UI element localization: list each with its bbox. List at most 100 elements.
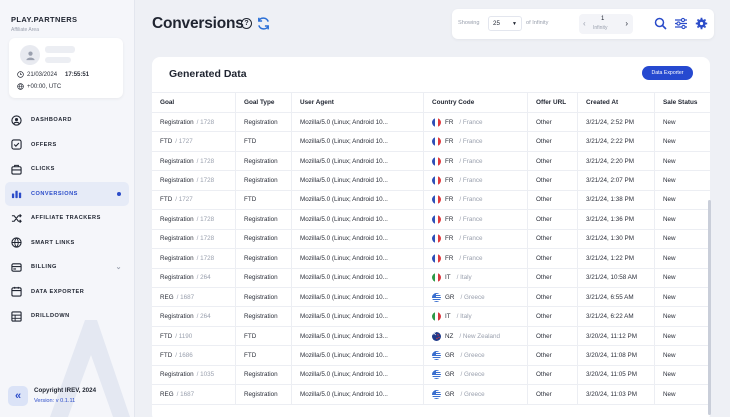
table-row[interactable]: FTD/ 1727 FTD Mozilla/5.0 (Linux; Androi… bbox=[152, 132, 710, 152]
cell-offer-url: Other bbox=[528, 113, 578, 132]
table-row[interactable]: FTD/ 1190 FTD Mozilla/5.0 (Linux; Androi… bbox=[152, 326, 710, 347]
table-row[interactable]: Registration/ 264 Registration Mozilla/5… bbox=[152, 307, 710, 327]
search-icon[interactable] bbox=[654, 17, 667, 30]
scrollbar[interactable] bbox=[708, 200, 711, 415]
per-page-select[interactable]: 25 ▼ bbox=[488, 16, 522, 31]
avatar bbox=[20, 45, 40, 65]
cell-offer-url: Other bbox=[528, 268, 578, 287]
country-code: FR bbox=[445, 138, 454, 146]
cell-user-agent: Mozilla/5.0 (Linux; Android 10... bbox=[292, 132, 424, 151]
cell-offer-url: Other bbox=[528, 365, 578, 385]
cell-offer-url: Other bbox=[528, 210, 578, 229]
cell-user-agent: Mozilla/5.0 (Linux; Android 10... bbox=[292, 113, 424, 132]
sidebar-item-conversions[interactable]: CONVERSIONS bbox=[5, 181, 129, 206]
collapse-sidebar-button[interactable]: « bbox=[8, 386, 28, 406]
refresh-icon[interactable] bbox=[256, 16, 271, 31]
cell-created-at: 3/21/24, 10:58 AM bbox=[578, 268, 655, 287]
cell-goal-type: Registration bbox=[236, 171, 292, 190]
current-page[interactable]: 1 bbox=[601, 16, 604, 22]
table-row[interactable]: Registration/ 1035 Registration Mozilla/… bbox=[152, 365, 710, 386]
column-header-sale-status[interactable]: Sale Status bbox=[655, 93, 710, 112]
table-row[interactable]: Registration/ 1728 Registration Mozilla/… bbox=[152, 210, 710, 230]
cell-sale-status: New bbox=[663, 274, 676, 282]
table-row[interactable]: Registration/ 264 Registration Mozilla/5… bbox=[152, 268, 710, 288]
cell-goal: FTD/ 1727 bbox=[152, 190, 236, 210]
table-row[interactable]: FTD/ 1727 FTD Mozilla/5.0 (Linux; Androi… bbox=[152, 190, 710, 211]
sidebar-item-label: CONVERSIONS bbox=[31, 190, 78, 197]
goal-id: / 1728 bbox=[196, 235, 215, 243]
goal-name: Registration bbox=[160, 157, 194, 165]
cell-user-agent: Mozilla/5.0 (Linux; Android 10... bbox=[292, 346, 424, 365]
sidebar-item-label: AFFILIATE TRACKERS bbox=[31, 215, 101, 222]
table-row[interactable]: Registration/ 1728 Registration Mozilla/… bbox=[152, 113, 710, 133]
globe-icon bbox=[17, 83, 24, 90]
cell-country-code: GR / Greece bbox=[424, 385, 528, 404]
column-header-country-code[interactable]: Country Code bbox=[424, 93, 528, 112]
cell-created-at: 3/21/24, 2:07 PM bbox=[578, 171, 655, 190]
sidebar-item-billing[interactable]: BILLING ⌄ bbox=[5, 255, 129, 280]
table-row[interactable]: Registration/ 1728 Registration Mozilla/… bbox=[152, 229, 710, 250]
filter-icon[interactable] bbox=[674, 17, 688, 30]
cell-country-code: FR / France bbox=[424, 249, 528, 268]
table-row[interactable]: FTD/ 1686 FTD Mozilla/5.0 (Linux; Androi… bbox=[152, 346, 710, 366]
fr-flag-icon bbox=[432, 234, 441, 244]
table-row[interactable]: REG/ 1687 Registration Mozilla/5.0 (Linu… bbox=[152, 385, 710, 405]
table-row[interactable]: REG/ 1687 Registration Mozilla/5.0 (Linu… bbox=[152, 287, 710, 308]
table-row[interactable]: Registration/ 1728 Registration Mozilla/… bbox=[152, 249, 710, 269]
fr-flag-icon bbox=[432, 117, 441, 127]
sidebar-item-offers[interactable]: OFFERS bbox=[5, 133, 129, 158]
cell-goal: Registration/ 1728 bbox=[152, 151, 236, 171]
cell-goal-type: Registration bbox=[236, 249, 292, 268]
cell-created-at: 3/20/24, 11:08 PM bbox=[578, 346, 655, 365]
column-header-goal-type[interactable]: Goal Type bbox=[236, 93, 292, 112]
sidebar-item-label: CLICKS bbox=[31, 166, 55, 173]
table-row[interactable]: Registration/ 1728 Registration Mozilla/… bbox=[152, 151, 710, 172]
sidebar-item-smart-links[interactable]: SMART LINKS bbox=[5, 231, 129, 256]
column-header-user-agent[interactable]: User Agent bbox=[292, 93, 424, 112]
gr-flag-icon bbox=[432, 389, 441, 399]
country-name: / Greece bbox=[460, 351, 485, 359]
cell-offer-url: Other bbox=[528, 190, 578, 210]
cell-country-code: IT / Italy bbox=[424, 307, 528, 326]
column-header-created-at[interactable]: Created At bbox=[578, 93, 655, 112]
next-page-button[interactable]: › bbox=[625, 19, 628, 28]
cell-offer-url: Other bbox=[528, 346, 578, 365]
country-name: / France bbox=[459, 118, 483, 126]
prev-page-button[interactable]: ‹ bbox=[583, 19, 586, 28]
cell-created-at: 3/21/24, 1:36 PM bbox=[578, 210, 655, 229]
cell-offer-url: Other bbox=[528, 326, 578, 346]
cell-offer-url: Other bbox=[528, 307, 578, 326]
cell-created-at: 3/21/24, 6:22 AM bbox=[578, 307, 655, 326]
column-header-goal[interactable]: Goal bbox=[152, 93, 236, 112]
sidebar-item-affiliate-trackers[interactable]: AFFILIATE TRACKERS bbox=[5, 206, 129, 231]
gr-flag-icon bbox=[432, 370, 441, 380]
cell-user-agent: Mozilla/5.0 (Linux; Android 10... bbox=[292, 385, 424, 404]
goal-name: Registration bbox=[160, 313, 194, 321]
cell-user-agent: Mozilla/5.0 (Linux; Android 10... bbox=[292, 171, 424, 190]
cell-goal: Registration/ 264 bbox=[152, 307, 236, 326]
goal-id: / 1686 bbox=[175, 351, 193, 359]
country-name: / Greece bbox=[460, 293, 485, 301]
it-flag-icon bbox=[432, 273, 441, 283]
cell-user-agent: Mozilla/5.0 (Linux; Android 13... bbox=[292, 326, 424, 346]
cell-goal: REG/ 1687 bbox=[152, 287, 236, 307]
country-code: FR bbox=[445, 254, 454, 262]
help-icon[interactable]: ? bbox=[241, 18, 252, 29]
country-name: / Italy bbox=[456, 313, 472, 321]
gear-icon[interactable] bbox=[695, 17, 708, 30]
sidebar-item-dashboard[interactable]: DASHBOARD bbox=[5, 108, 129, 133]
sidebar-item-clicks[interactable]: CLICKS bbox=[5, 157, 129, 182]
active-indicator-dot bbox=[117, 191, 121, 196]
goal-id: / 264 bbox=[196, 313, 211, 321]
column-header-offer-url[interactable]: Offer URL bbox=[528, 93, 578, 112]
country-code: FR bbox=[445, 196, 454, 204]
sidebar-item-label: DASHBOARD bbox=[31, 117, 72, 124]
cell-goal-type: Registration bbox=[236, 287, 292, 307]
data-exporter-button[interactable]: Data Exporter bbox=[642, 66, 693, 80]
fr-flag-icon bbox=[432, 156, 441, 166]
country-name: / Italy bbox=[456, 274, 472, 282]
user-card[interactable]: 21/03/2024 17:55:51 +00:00, UTC bbox=[9, 38, 123, 98]
table-row[interactable]: Registration/ 1728 Registration Mozilla/… bbox=[152, 171, 710, 191]
cell-goal: Registration/ 1728 bbox=[152, 171, 236, 190]
country-code: FR bbox=[445, 235, 454, 243]
